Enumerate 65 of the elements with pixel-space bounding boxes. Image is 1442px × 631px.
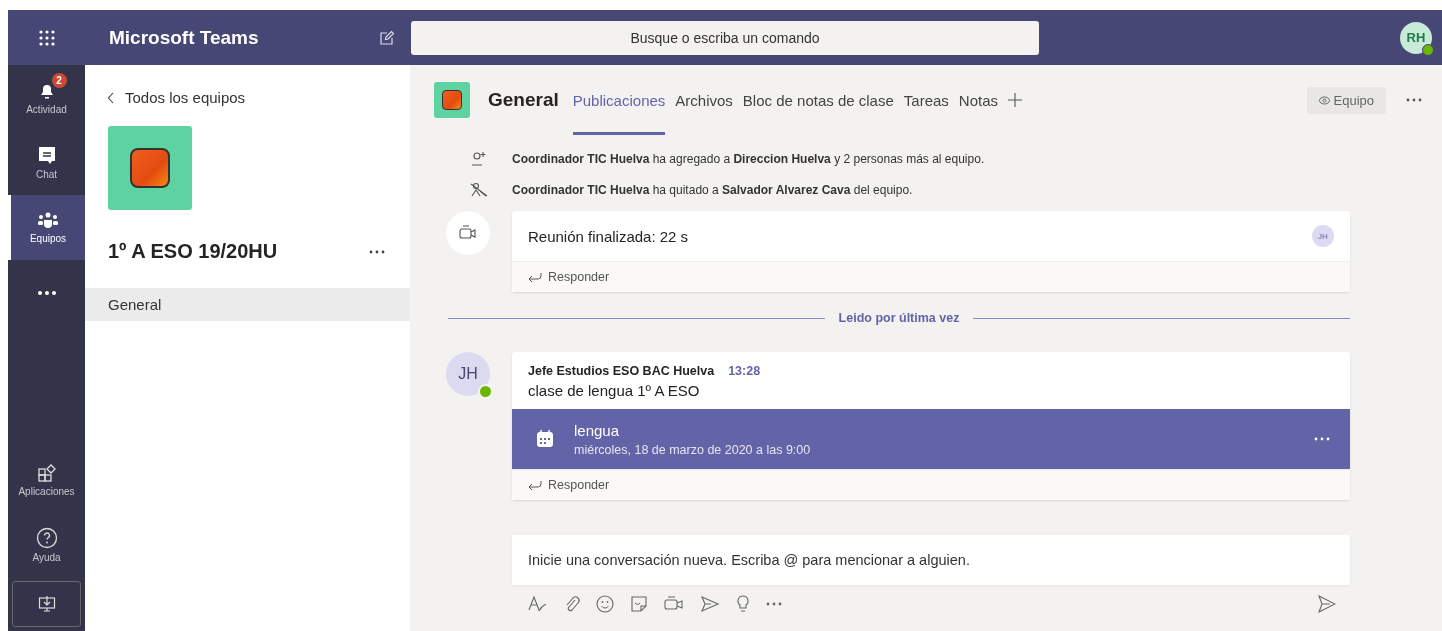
video-call-icon <box>446 211 490 255</box>
emoji-icon[interactable] <box>596 595 614 613</box>
app-bar-item[interactable]: Ayuda <box>8 512 85 577</box>
reply-icon <box>528 272 542 282</box>
search-field[interactable]: Busque o escriba un comando <box>411 20 1039 55</box>
author-avatar: JH <box>446 352 490 396</box>
app-bar-item[interactable]: Chat <box>8 130 85 195</box>
reply-icon <box>528 480 542 490</box>
message-field[interactable]: Inicie una conversación nueva. Escriba @ para mencionar a alguien. <box>512 535 1350 585</box>
author-name: Jefe Estudios ESO BAC Huelva <box>528 364 715 378</box>
back-link[interactable]: Todos los equipos <box>85 65 410 106</box>
channel-logo <box>434 82 470 118</box>
download-icon <box>37 595 56 613</box>
tab[interactable]: Archivos <box>675 65 733 135</box>
reply-link[interactable]: Responder <box>512 469 1350 500</box>
participant-avatar: JH <box>1312 225 1334 247</box>
more-options-icon[interactable] <box>1406 98 1422 102</box>
team-button[interactable]: Equipo <box>1306 86 1386 114</box>
person-remove-icon <box>470 181 488 198</box>
team-name: 1º A ESO 19/20HU <box>108 240 278 263</box>
send-arrow-icon[interactable] <box>700 595 720 613</box>
message-time: 13:28 <box>728 364 761 378</box>
reply-link[interactable]: Responder <box>512 261 1350 292</box>
sticker-icon[interactable] <box>630 595 648 613</box>
app-bar-item[interactable] <box>12 581 81 627</box>
format-icon[interactable] <box>528 595 548 613</box>
last-read-label: Leido por última vez <box>838 311 960 325</box>
add-tab-icon[interactable] <box>1008 93 1022 107</box>
lightbulb-icon[interactable] <box>736 595 750 613</box>
tab[interactable]: Notas <box>958 65 998 135</box>
more-options-icon[interactable] <box>766 602 782 606</box>
more-icon <box>36 289 57 296</box>
more-options-icon[interactable] <box>369 249 385 254</box>
paperclip-icon[interactable] <box>564 595 580 613</box>
eye-icon <box>1318 94 1330 106</box>
meeting-title: Reunión finalizada: 22 s <box>528 227 689 245</box>
message-text: clase de lengua 1º A ESO <box>528 382 701 399</box>
event-card[interactable]: lengua miércoles, 18 de marzo de 2020 a las 9:00 <box>512 409 1350 469</box>
person-add-icon <box>471 150 487 167</box>
tab[interactable]: Bloc de notas de clase <box>742 65 894 135</box>
help-icon <box>35 526 58 549</box>
people-icon <box>37 211 59 230</box>
app-launcher-icon[interactable] <box>37 28 56 47</box>
apps-icon <box>36 462 57 483</box>
system-message: Coordinador TIC Huelva ha agregado a Direccion Huelva y 2 personas más al equipo. <box>512 151 985 166</box>
calendar-icon <box>536 430 554 448</box>
send-icon[interactable] <box>1318 595 1336 613</box>
video-call-icon[interactable] <box>664 595 684 613</box>
event-date: miércoles, 18 de marzo de 2020 a las 9:00 <box>574 442 812 457</box>
app-title: Microsoft Teams <box>108 26 260 49</box>
new-chat-icon[interactable] <box>379 29 395 46</box>
event-title: lengua <box>574 421 621 439</box>
app-bar-item[interactable]: 2 Actividad <box>8 65 85 130</box>
app-bar-item[interactable]: Equipos <box>8 195 85 260</box>
user-avatar[interactable]: RH <box>1400 21 1432 54</box>
tab[interactable]: Tareas <box>903 65 949 135</box>
tab[interactable]: Publicaciones <box>572 65 666 135</box>
channel-item[interactable]: General <box>85 288 410 321</box>
chat-icon <box>37 145 56 166</box>
notification-badge: 2 <box>51 72 67 88</box>
more-options-icon[interactable] <box>1314 437 1330 441</box>
app-bar-item[interactable]: Aplicaciones <box>8 447 85 512</box>
system-message: Coordinador TIC Huelva ha quitado a Salvador Alvarez Cava del equipo. <box>512 182 913 197</box>
chevron-left-icon <box>107 91 115 104</box>
channel-name: General <box>488 89 559 111</box>
